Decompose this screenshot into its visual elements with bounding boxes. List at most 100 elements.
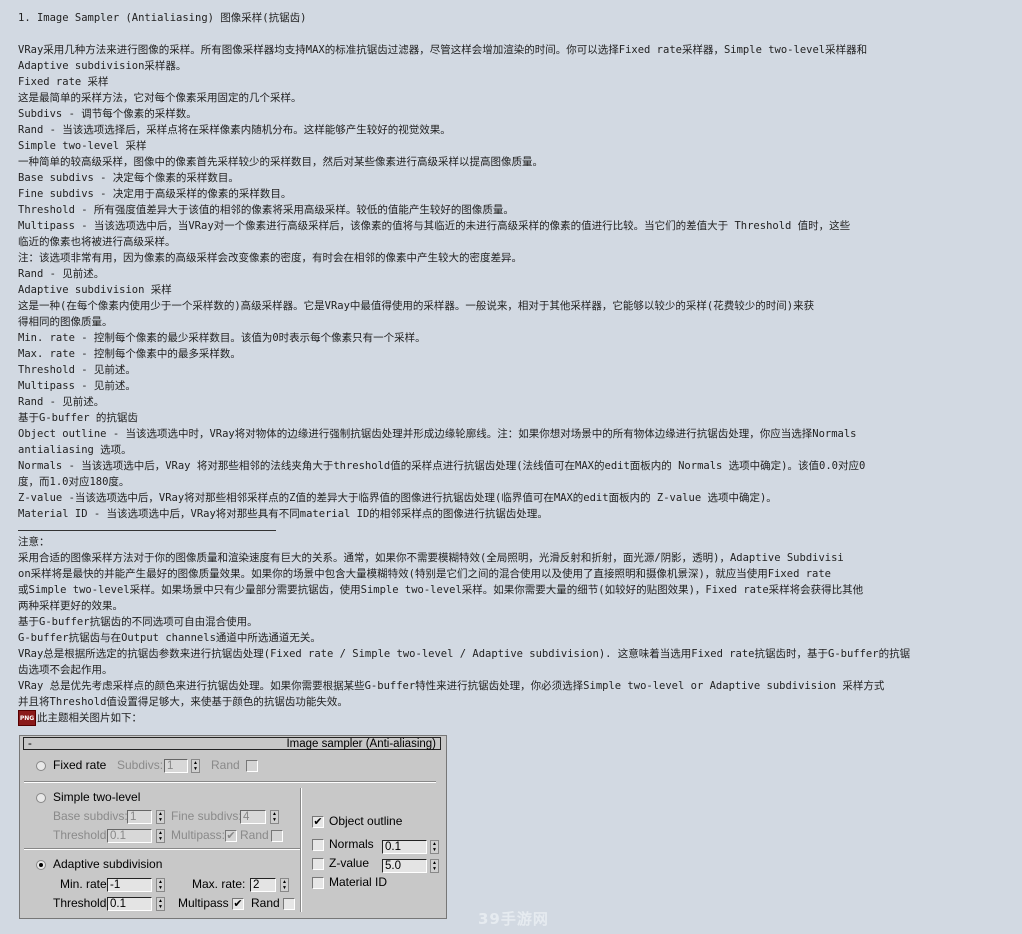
text-line: Normals - 当该选项选中后，VRay 将对那些相邻的法线夹角大于thre… <box>18 460 866 472</box>
min-rate-spinner[interactable]: ▲ ▼ <box>156 878 165 892</box>
notes-section: 注意： 采用合适的图像采样方法对于你的图像质量和渲染速度有巨大的关系。通常，如果你… <box>18 534 958 710</box>
zvalue-input[interactable]: 5.0 <box>382 859 427 873</box>
note-line: 或Simple two-level采样。如果场景中只有少量部分需要抗锯齿，使用S… <box>18 584 864 596</box>
adaptive-threshold-spinner[interactable]: ▲ ▼ <box>156 897 165 911</box>
attachment-caption: PNG 此主题相关图片如下： <box>18 710 958 726</box>
text-line: Material ID - 当该选项选中后，VRay将对那些具有不同materi… <box>18 508 548 520</box>
subdivs-spinner[interactable]: ▲ ▼ <box>191 759 200 773</box>
zvalue-checkbox[interactable] <box>312 858 324 870</box>
note-line: 采用合适的图像采样方法对于你的图像质量和渲染速度有巨大的关系。通常，如果你不需要… <box>18 552 844 564</box>
normals-spinner[interactable]: ▲ ▼ <box>430 840 439 854</box>
image-sampler-panel: - Image sampler (Anti-aliasing) Fixed ra… <box>19 735 447 919</box>
note-line: 两种采样更好的效果。 <box>18 600 123 612</box>
fixed-rate-label: Fixed rate <box>53 758 107 772</box>
text-line: 这是一种(在每个像素内使用少于一个采样数的)高级采样器。它是VRay中最值得使用… <box>18 300 815 312</box>
text-line: Multipass - 当该选项选中后，当VRay对一个像素进行高级采样后，该像… <box>18 220 851 232</box>
vertical-separator <box>300 788 302 912</box>
max-rate-input[interactable]: 2 <box>250 878 276 892</box>
simple-threshold-spinner[interactable]: ▲ ▼ <box>156 829 165 843</box>
zvalue-label: Z-value <box>329 856 370 870</box>
text-line: Threshold - 所有强度值差异大于该值的相邻的像素将采用高级采样。较低的… <box>18 204 514 216</box>
text-line: Z-value -当该选项选中后，VRay将对那些相邻采样点的Z值的差异大于临界… <box>18 492 777 504</box>
simple-rand-checkbox[interactable] <box>271 830 283 842</box>
text-line: antialiasing 选项。 <box>18 444 132 456</box>
fine-subdivs-input[interactable]: 4 <box>240 810 266 824</box>
note-line: VRay 总是优先考虑采样点的颜色来进行抗锯齿处理。如果你需要根据某些G-buf… <box>18 680 885 692</box>
text-line: Adaptive subdivision 采样 <box>18 284 172 296</box>
simple-two-level-radio[interactable] <box>36 793 46 803</box>
article-body: VRay采用几种方法来进行图像的采样。所有图像采样器均支持MAX的标准抗锯齿过滤… <box>18 42 958 522</box>
text-line: Subdivs - 调节每个像素的采样数。 <box>18 108 197 120</box>
text-line: Fixed rate 采样 <box>18 76 109 88</box>
object-outline-checkbox[interactable]: ✔ <box>312 816 324 828</box>
text-line: VRay采用几种方法来进行图像的采样。所有图像采样器均支持MAX的标准抗锯齿过滤… <box>18 44 868 56</box>
article-title: 1. Image Sampler (Antialiasing) 图像采样(抗锯齿… <box>18 12 307 24</box>
adaptive-multipass-checkbox[interactable]: ✔ <box>232 898 244 910</box>
adaptive-threshold-input[interactable]: 0.1 <box>107 897 152 911</box>
zvalue-spinner[interactable]: ▲ ▼ <box>430 859 439 873</box>
separator <box>24 848 300 850</box>
simple-rand-label: Rand <box>240 828 269 842</box>
adaptive-subdivision-radio[interactable] <box>36 860 46 870</box>
material-id-label: Material ID <box>329 875 388 889</box>
simple-threshold-input[interactable]: 0.1 <box>107 829 152 843</box>
adaptive-rand-checkbox[interactable] <box>283 898 295 910</box>
text-line: 注：该选项非常有用，因为像素的高级采样会改变像素的密度，有时会在相邻的像素中产生… <box>18 252 522 264</box>
text-line: Simple two-level 采样 <box>18 140 147 152</box>
text-line: 得相同的图像质量。 <box>18 316 113 328</box>
adaptive-multipass-label: Multipass <box>178 896 229 910</box>
panel-title: Image sampler (Anti-aliasing) <box>286 737 436 750</box>
max-rate-spinner[interactable]: ▲ ▼ <box>280 878 289 892</box>
separator <box>24 781 436 783</box>
simple-threshold-label: Threshold: <box>53 828 110 842</box>
text-line: Base subdivs - 决定每个像素的采样数目。 <box>18 172 239 184</box>
text-line: Adaptive subdivision采样器。 <box>18 60 187 72</box>
simple-multipass-label: Multipass: <box>171 828 226 842</box>
fixed-rate-radio[interactable] <box>36 761 46 771</box>
adaptive-subdivision-label: Adaptive subdivision <box>53 857 163 871</box>
collapse-icon[interactable]: - <box>28 738 32 750</box>
simple-multipass-checkbox[interactable]: ✔ <box>225 830 237 842</box>
note-line: G-buffer抗锯齿与在Output channels通道中所选通道无关。 <box>18 632 321 644</box>
text-line: Threshold - 见前述。 <box>18 364 136 376</box>
subdivs-input[interactable]: 1 <box>164 759 188 773</box>
normals-label: Normals <box>329 837 374 851</box>
text-line: Object outline - 当该选项选中时，VRay将对物体的边缘进行强制… <box>18 428 857 440</box>
note-line: 并且将Threshold值设置得足够大，来使基于颜色的抗锯齿功能失效。 <box>18 696 348 708</box>
text-line: 度，而1.0对应180度。 <box>18 476 130 488</box>
base-subdivs-input[interactable]: 1 <box>127 810 152 824</box>
text-line: Rand - 当该选项选择后，采样点将在采样像素内随机分布。这样能够产生较好的视… <box>18 124 451 136</box>
base-subdivs-spinner[interactable]: ▲ ▼ <box>156 810 165 824</box>
adaptive-rand-label: Rand <box>251 896 280 910</box>
note-line: VRay总是根据所选定的抗锯齿参数来进行抗锯齿处理(Fixed rate / S… <box>18 648 911 660</box>
watermark: 39手游网 <box>478 910 549 928</box>
text-line: 这是最简单的采样方法，它对每个像素采用固定的几个采样。 <box>18 92 302 104</box>
fixed-rand-label: Rand <box>211 758 240 772</box>
png-file-icon[interactable]: PNG <box>18 710 36 726</box>
subdivs-label: Subdivs: <box>117 758 164 772</box>
text-line: Max. rate - 控制每个像素中的最多采样数。 <box>18 348 241 360</box>
fine-subdivs-spinner[interactable]: ▲ ▼ <box>270 810 279 824</box>
text-line: Fine subdivs - 决定用于高级采样的像素的采样数目。 <box>18 188 292 200</box>
min-rate-label: Min. rate: <box>60 877 111 891</box>
normals-input[interactable]: 0.1 <box>382 840 427 854</box>
base-subdivs-label: Base subdivs: <box>53 809 128 823</box>
text-line: Min. rate - 控制每个像素的最少采样数目。该值为0时表示每个像素只有一… <box>18 332 426 344</box>
article: 1. Image Sampler (Antialiasing) 图像采样(抗锯齿… <box>18 10 958 726</box>
adaptive-threshold-label: Threshold: <box>53 896 110 910</box>
divider <box>18 530 276 531</box>
text-line: 基于G-buffer 的抗锯齿 <box>18 412 138 424</box>
panel-header[interactable]: - Image sampler (Anti-aliasing) <box>23 737 441 750</box>
min-rate-input[interactable]: -1 <box>107 878 152 892</box>
note-line: 注意： <box>18 536 50 548</box>
note-line: 基于G-buffer抗锯齿的不同选项可自由混合使用。 <box>18 616 258 628</box>
note-line: on采样将是最快的并能产生最好的图像质量效果。如果你的场景中包含大量模糊特效(特… <box>18 568 831 580</box>
note-line: 齿选项不会起作用。 <box>18 664 113 676</box>
text-line: Multipass - 见前述。 <box>18 380 136 392</box>
text-line: Rand - 见前述。 <box>18 268 105 280</box>
fixed-rand-checkbox[interactable] <box>246 760 258 772</box>
text-line: 一种简单的较高级采样，图像中的像素首先采样较少的采样数目，然后对某些像素进行高级… <box>18 156 543 168</box>
normals-checkbox[interactable] <box>312 839 324 851</box>
attachment-label: 此主题相关图片如下： <box>37 712 142 724</box>
material-id-checkbox[interactable] <box>312 877 324 889</box>
